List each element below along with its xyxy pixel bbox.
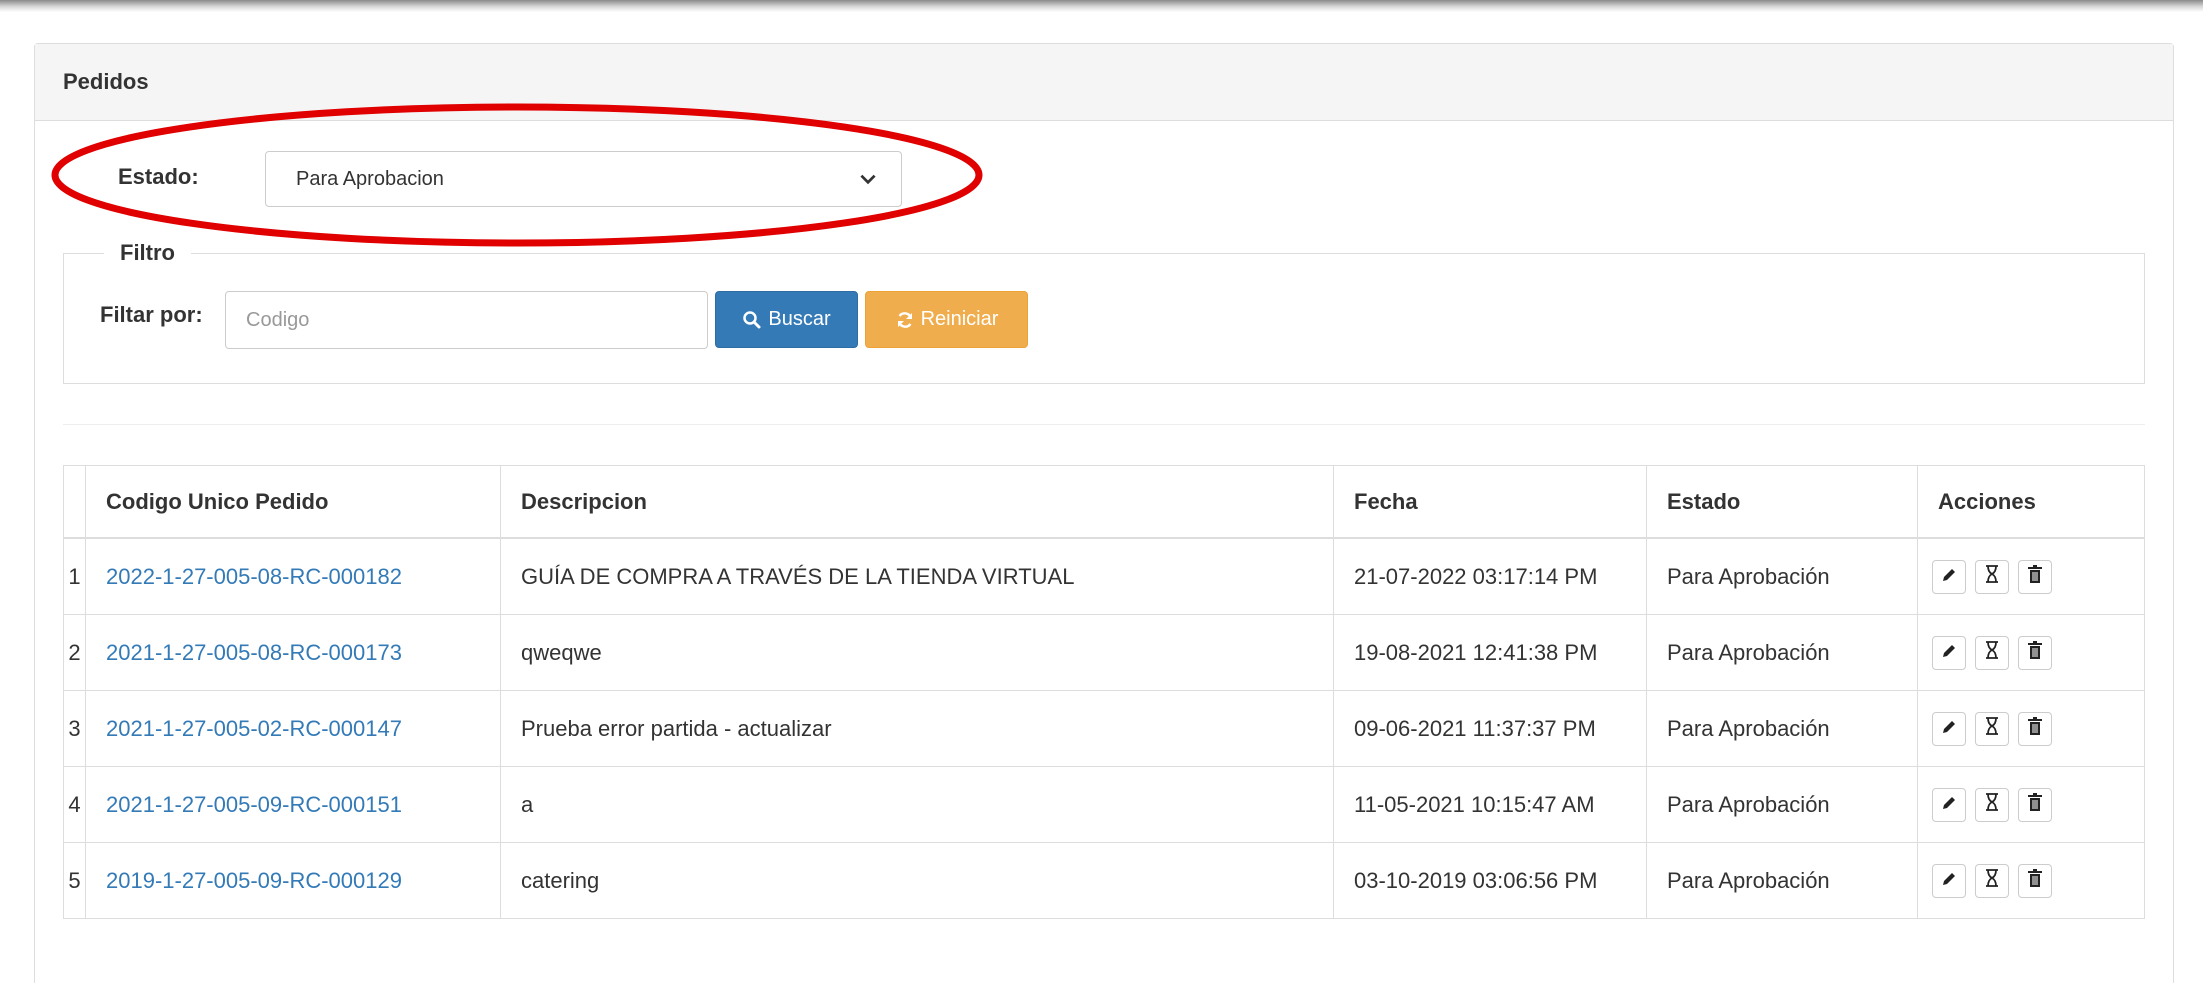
- pencil-icon: [1940, 564, 1958, 590]
- code-search-input[interactable]: [225, 291, 708, 349]
- orders-table: Codigo Unico Pedido Descripcion Fecha Es…: [63, 465, 2145, 919]
- header-description: Descripcion: [500, 465, 1334, 539]
- edit-button[interactable]: [1932, 863, 1966, 898]
- row-date: 11-05-2021 10:15:47 AM: [1333, 766, 1647, 843]
- table-row: 3 2021-1-27-005-02-RC-000147 Prueba error …: [63, 690, 2145, 767]
- header-state: Estado: [1646, 465, 1918, 539]
- hourglass-icon: [1984, 868, 2000, 894]
- filter-label: Filtar por:: [100, 302, 203, 327]
- row-actions: [1917, 842, 2145, 919]
- table-header-row: Codigo Unico Pedido Descripcion Fecha Es…: [63, 465, 2145, 539]
- row-date: 03-10-2019 03:06:56 PM: [1333, 842, 1647, 919]
- history-button[interactable]: [1975, 863, 2009, 898]
- row-code-cell: 2021-1-27-005-02-RC-000147: [85, 690, 501, 767]
- row-state: Para Aprobación: [1646, 537, 1918, 615]
- trash-icon: [2027, 640, 2043, 666]
- reset-button-label: Reiniciar: [920, 308, 999, 330]
- table-row: 4 2021-1-27-005-09-RC-000151 a 11-05-2021 1…: [63, 766, 2145, 843]
- row-date: 09-06-2021 11:37:37 PM: [1333, 690, 1647, 767]
- delete-button[interactable]: [2018, 711, 2052, 746]
- row-state: Para Aprobación: [1646, 614, 1918, 691]
- row-description: GUÍA DE COMPRA A TRAVÉS DE LA TIENDA VIR…: [500, 537, 1334, 615]
- row-date: 19-08-2021 12:41:38 PM: [1333, 614, 1647, 691]
- history-button[interactable]: [1975, 559, 2009, 594]
- history-button[interactable]: [1975, 711, 2009, 746]
- panel-title: Pedidos: [35, 44, 2173, 121]
- row-actions: [1917, 690, 2145, 767]
- row-date: 21-07-2022 03:17:14 PM: [1333, 537, 1647, 615]
- row-description: qweqwe: [500, 614, 1334, 691]
- pencil-icon: [1940, 868, 1958, 894]
- delete-button[interactable]: [2018, 787, 2052, 822]
- search-button[interactable]: Buscar: [715, 291, 858, 348]
- estado-label: Estado:: [118, 164, 199, 189]
- delete-button[interactable]: [2018, 559, 2052, 594]
- trash-icon: [2027, 868, 2043, 894]
- row-actions: [1917, 614, 2145, 691]
- row-code-cell: 2022-1-27-005-08-RC-000182: [85, 537, 501, 615]
- pencil-icon: [1940, 640, 1958, 666]
- table-row: 5 2019-1-27-005-09-RC-000129 catering 03-10…: [63, 842, 2145, 919]
- top-shadow: [0, 0, 2203, 12]
- edit-button[interactable]: [1932, 559, 1966, 594]
- pencil-icon: [1940, 792, 1958, 818]
- estado-select[interactable]: Para Aprobacion: [265, 151, 902, 207]
- search-button-label: Buscar: [768, 308, 831, 330]
- filter-legend: Filtro: [104, 240, 191, 266]
- history-button[interactable]: [1975, 635, 2009, 670]
- header-actions: Acciones: [1917, 465, 2145, 539]
- edit-button[interactable]: [1932, 711, 1966, 746]
- table-row: 2 2021-1-27-005-08-RC-000173 qweqwe 19-08-2…: [63, 614, 2145, 691]
- row-number: 1: [63, 537, 86, 615]
- row-number: 2: [63, 614, 86, 691]
- order-code-link[interactable]: 2021-1-27-005-09-RC-000151: [106, 792, 402, 817]
- divider: [63, 424, 2145, 425]
- refresh-icon: [897, 311, 912, 328]
- history-button[interactable]: [1975, 787, 2009, 822]
- row-description: a: [500, 766, 1334, 843]
- search-icon: [743, 310, 761, 328]
- delete-button[interactable]: [2018, 863, 2052, 898]
- reset-button[interactable]: Reiniciar: [865, 291, 1028, 348]
- edit-button[interactable]: [1932, 787, 1966, 822]
- table-row: 1 2022-1-27-005-08-RC-000182 GUÍA DE COMPR…: [63, 537, 2145, 615]
- order-code-link[interactable]: 2021-1-27-005-08-RC-000173: [106, 640, 402, 665]
- header-date: Fecha: [1333, 465, 1647, 539]
- row-description: Prueba error partida - actualizar: [500, 690, 1334, 767]
- row-actions: [1917, 766, 2145, 843]
- row-number: 4: [63, 766, 86, 843]
- row-actions: [1917, 537, 2145, 615]
- row-code-cell: 2019-1-27-005-09-RC-000129: [85, 842, 501, 919]
- row-number: 5: [63, 842, 86, 919]
- delete-button[interactable]: [2018, 635, 2052, 670]
- pencil-icon: [1940, 716, 1958, 742]
- header-code: Codigo Unico Pedido: [85, 465, 501, 539]
- trash-icon: [2027, 792, 2043, 818]
- row-description: catering: [500, 842, 1334, 919]
- row-state: Para Aprobación: [1646, 690, 1918, 767]
- order-code-link[interactable]: 2019-1-27-005-09-RC-000129: [106, 868, 402, 893]
- estado-select-value: Para Aprobacion: [296, 167, 444, 190]
- hourglass-icon: [1984, 716, 2000, 742]
- header-num: [63, 465, 86, 539]
- hourglass-icon: [1984, 640, 2000, 666]
- edit-button[interactable]: [1932, 635, 1966, 670]
- order-code-link[interactable]: 2022-1-27-005-08-RC-000182: [106, 564, 402, 589]
- row-state: Para Aprobación: [1646, 766, 1918, 843]
- trash-icon: [2027, 716, 2043, 742]
- hourglass-icon: [1984, 564, 2000, 590]
- row-state: Para Aprobación: [1646, 842, 1918, 919]
- row-number: 3: [63, 690, 86, 767]
- row-code-cell: 2021-1-27-005-08-RC-000173: [85, 614, 501, 691]
- trash-icon: [2027, 564, 2043, 590]
- chevron-down-icon: [860, 174, 876, 185]
- row-code-cell: 2021-1-27-005-09-RC-000151: [85, 766, 501, 843]
- order-code-link[interactable]: 2021-1-27-005-02-RC-000147: [106, 716, 402, 741]
- hourglass-icon: [1984, 792, 2000, 818]
